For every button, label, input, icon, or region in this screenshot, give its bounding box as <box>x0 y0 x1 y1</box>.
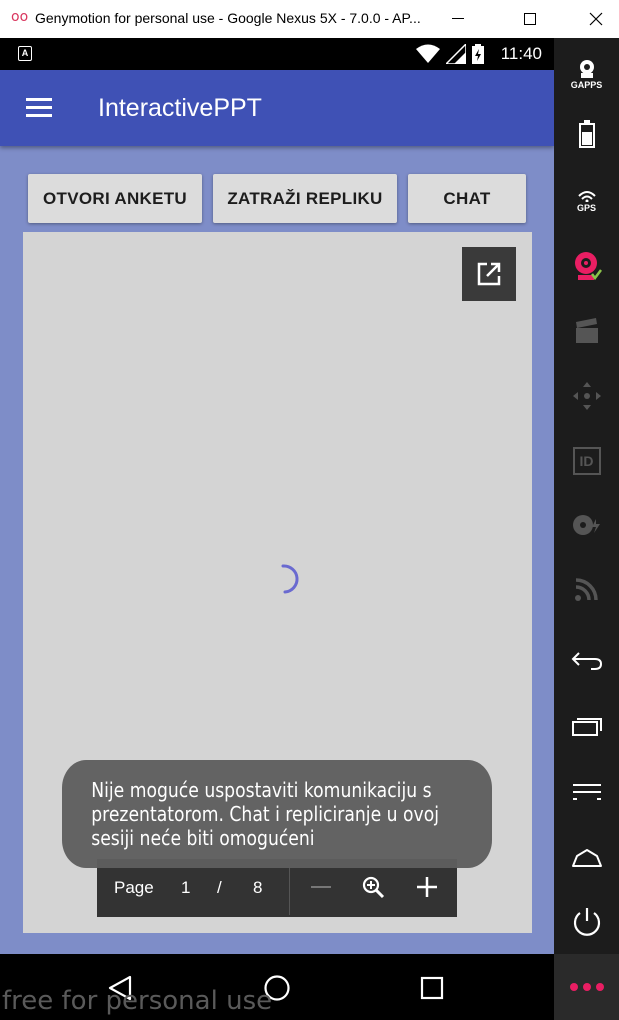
app-bar: InteractivePPT <box>0 70 554 146</box>
webcam-button[interactable] <box>554 246 619 286</box>
minus-icon <box>311 886 331 888</box>
recents-icon <box>420 976 444 1000</box>
gps-signal-icon <box>577 190 596 202</box>
page-separator: / <box>217 878 222 897</box>
recent-apps-icon <box>571 718 602 736</box>
open-external-button[interactable] <box>462 247 516 301</box>
chat-button[interactable]: CHAT <box>408 174 526 223</box>
wifi-icon <box>416 44 440 63</box>
minimize-icon <box>452 18 464 19</box>
remote-control-button[interactable] <box>554 572 619 606</box>
battery-icon <box>578 120 595 148</box>
maximize-icon <box>524 13 536 25</box>
toast-message: Nije moguće uspostaviti komunikaciju s p… <box>62 760 492 868</box>
window-title: Genymotion for personal use - Google Nex… <box>35 10 421 26</box>
android-menu-button[interactable] <box>554 776 619 808</box>
recents-button[interactable] <box>412 968 452 1008</box>
zoom-button[interactable] <box>355 869 391 905</box>
genymotion-logo-icon: oo <box>11 9 29 25</box>
android-back-button[interactable] <box>554 644 619 676</box>
emulator-sidebar: GAPPS GPS ID <box>554 38 619 1020</box>
close-window-button[interactable] <box>573 0 619 38</box>
page-label: Page <box>114 878 154 897</box>
watermark: free for personal use <box>2 986 273 1016</box>
clock: 11:40 <box>500 44 542 63</box>
device-id-button[interactable]: ID <box>554 444 619 478</box>
request-reply-button[interactable]: ZATRAŽI REPLIKU <box>213 174 397 223</box>
loading-spinner-icon <box>281 564 299 594</box>
dot-icon <box>569 983 578 991</box>
signal-icon <box>446 44 466 64</box>
more-options-button[interactable] <box>554 954 619 1020</box>
gapps-label: GAPPS <box>570 79 603 90</box>
gapps-button[interactable]: GAPPS <box>554 56 619 92</box>
notification-a-icon: A <box>18 46 32 61</box>
webcam-icon <box>574 252 602 281</box>
disk-io-button[interactable] <box>554 508 619 542</box>
minimize-button[interactable] <box>435 0 481 38</box>
total-pages: 8 <box>253 878 263 897</box>
power-button[interactable] <box>554 904 619 940</box>
dot-icon <box>582 983 591 991</box>
status-bar: A 11:40 <box>0 38 554 70</box>
move-arrows-icon <box>572 382 601 410</box>
open-survey-button[interactable]: OTVORI ANKETU <box>28 174 202 223</box>
id-label: ID <box>579 453 594 469</box>
gapps-icon <box>579 59 594 78</box>
window-titlebar: oo Genymotion for personal use - Google … <box>0 0 619 38</box>
home-outline-icon <box>571 849 602 867</box>
maximize-button[interactable] <box>507 0 553 38</box>
android-home-button[interactable] <box>554 842 619 874</box>
dot-icon <box>595 983 604 991</box>
device-screen: A 11:40 InteractivePPT OTVORI ANKETU ZAT… <box>0 38 554 1020</box>
divider <box>289 867 290 915</box>
battery-button[interactable] <box>554 116 619 152</box>
dpad-button[interactable] <box>554 376 619 416</box>
zoom-out-button[interactable] <box>303 869 339 905</box>
screencast-button[interactable] <box>554 314 619 348</box>
power-icon <box>573 908 600 936</box>
zoom-in-icon <box>362 876 385 899</box>
disk-icon <box>572 515 600 535</box>
current-page[interactable]: 1 <box>181 878 190 898</box>
zoom-in-button[interactable] <box>409 869 445 905</box>
gps-button[interactable]: GPS <box>554 183 619 219</box>
menu-lines-icon <box>572 784 601 800</box>
cast-icon <box>574 578 598 601</box>
menu-icon[interactable] <box>26 98 52 118</box>
open-in-new-icon <box>477 262 501 286</box>
close-icon <box>589 12 603 26</box>
clapperboard-icon <box>575 318 598 343</box>
battery-charging-icon <box>472 44 484 64</box>
return-arrow-icon <box>571 652 602 670</box>
android-recents-button[interactable] <box>554 710 619 742</box>
plus-icon <box>417 877 437 897</box>
gps-label: GPS <box>576 202 596 213</box>
id-icon: ID <box>572 447 601 475</box>
app-title: InteractivePPT <box>98 94 262 122</box>
